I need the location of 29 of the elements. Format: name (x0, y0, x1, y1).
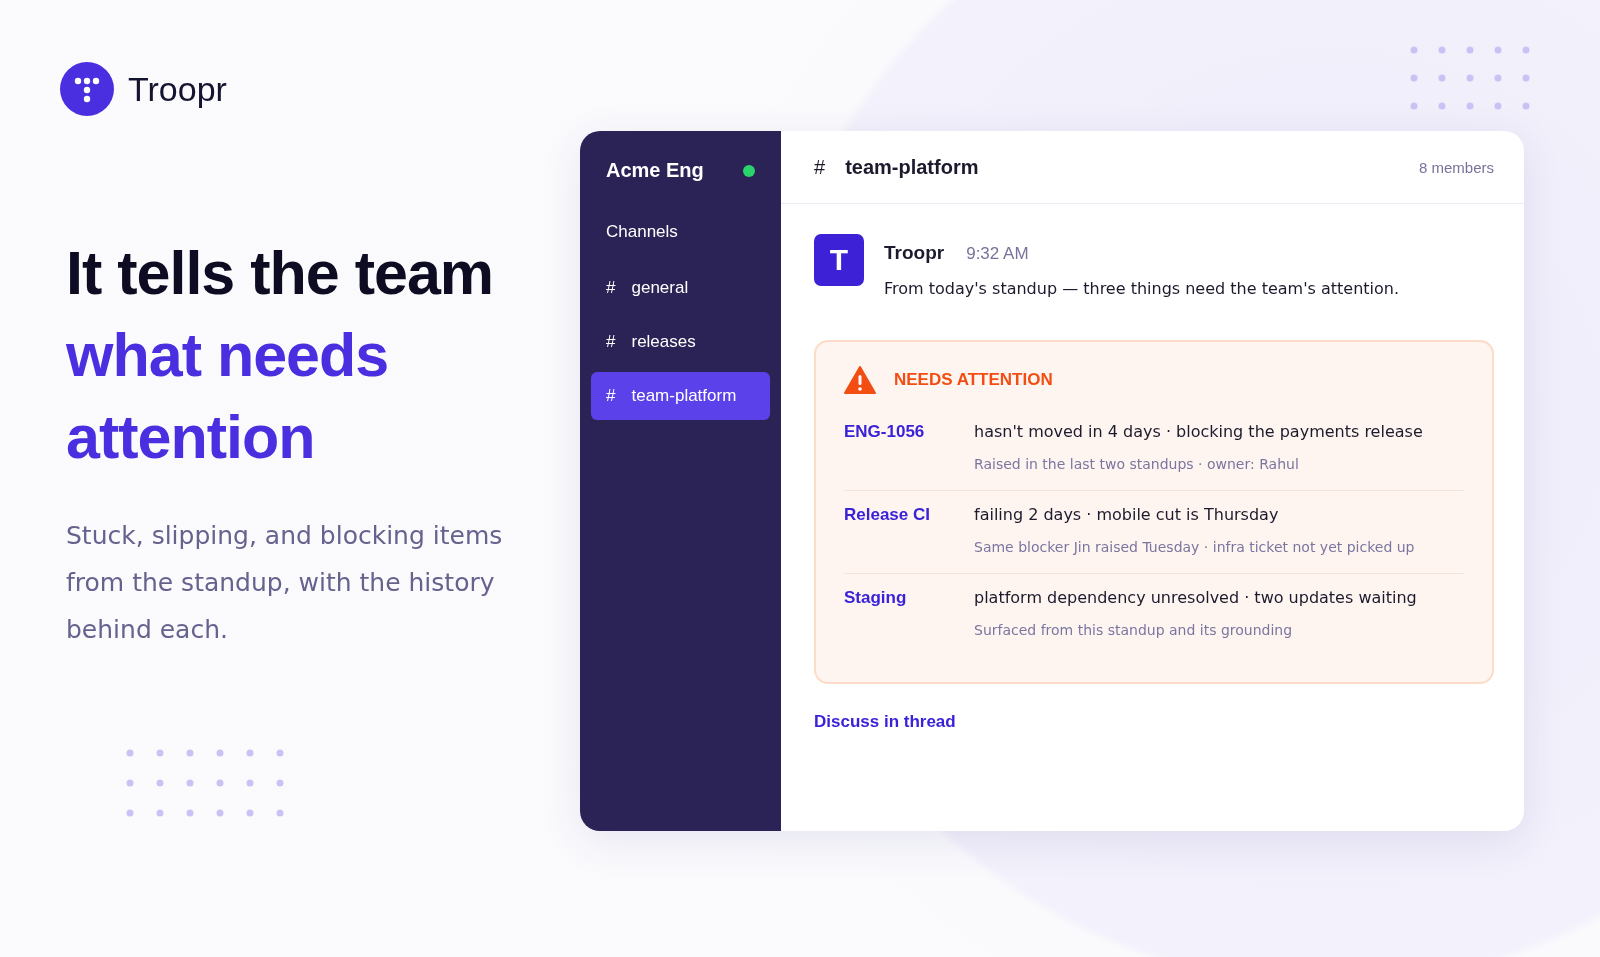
item-history: Same blocker Jin raised Tuesday · infra ticket not yet picked up (974, 539, 1416, 555)
logo-icon (60, 62, 114, 116)
item-detail: failing 2 days · mobile cut is Thursday (974, 505, 1280, 524)
message-text: From today's standup — three things need the team's attention. (884, 279, 1400, 298)
item-history: Surfaced from this standup and its grounding (974, 622, 1294, 638)
member-count: 8 members (1418, 158, 1494, 176)
headline-highlight: what needs attention (66, 320, 390, 473)
brand-name: Troopr (128, 69, 227, 109)
item-key-link[interactable]: Release CI (844, 505, 974, 555)
channel-item[interactable]: # team-platform (591, 372, 770, 420)
author-name: Troopr (884, 242, 945, 264)
thread-link[interactable]: Discuss in thread (814, 712, 956, 732)
card-title: NEEDS ATTENTION (894, 370, 1053, 390)
headline: It tells the team (66, 238, 494, 309)
channel-item[interactable]: # releases (591, 318, 770, 366)
channel-title: team-platform (845, 155, 980, 179)
item-detail: hasn't moved in 4 days · blocking the payments release (974, 422, 1424, 441)
item-key-link[interactable]: Staging (844, 588, 974, 638)
item-key-link[interactable]: ENG-1056 (844, 422, 974, 472)
item-history: Raised in the last two standups · owner: Rahul (974, 456, 1300, 472)
workspace-name: Acme Eng (606, 159, 704, 182)
channel-item[interactable]: # general (591, 264, 770, 312)
subtitle: Stuck, slipping, and blocking items from the standup, with the history behind each. (66, 520, 504, 646)
warning-icon (844, 366, 876, 394)
hash-icon: # (814, 155, 826, 179)
section-label: Channels (606, 222, 679, 242)
bot-avatar: T (814, 234, 864, 286)
timestamp: 9:32 AM (966, 244, 1029, 264)
item-detail: platform dependency unresolved · two updates waiting (974, 588, 1418, 607)
